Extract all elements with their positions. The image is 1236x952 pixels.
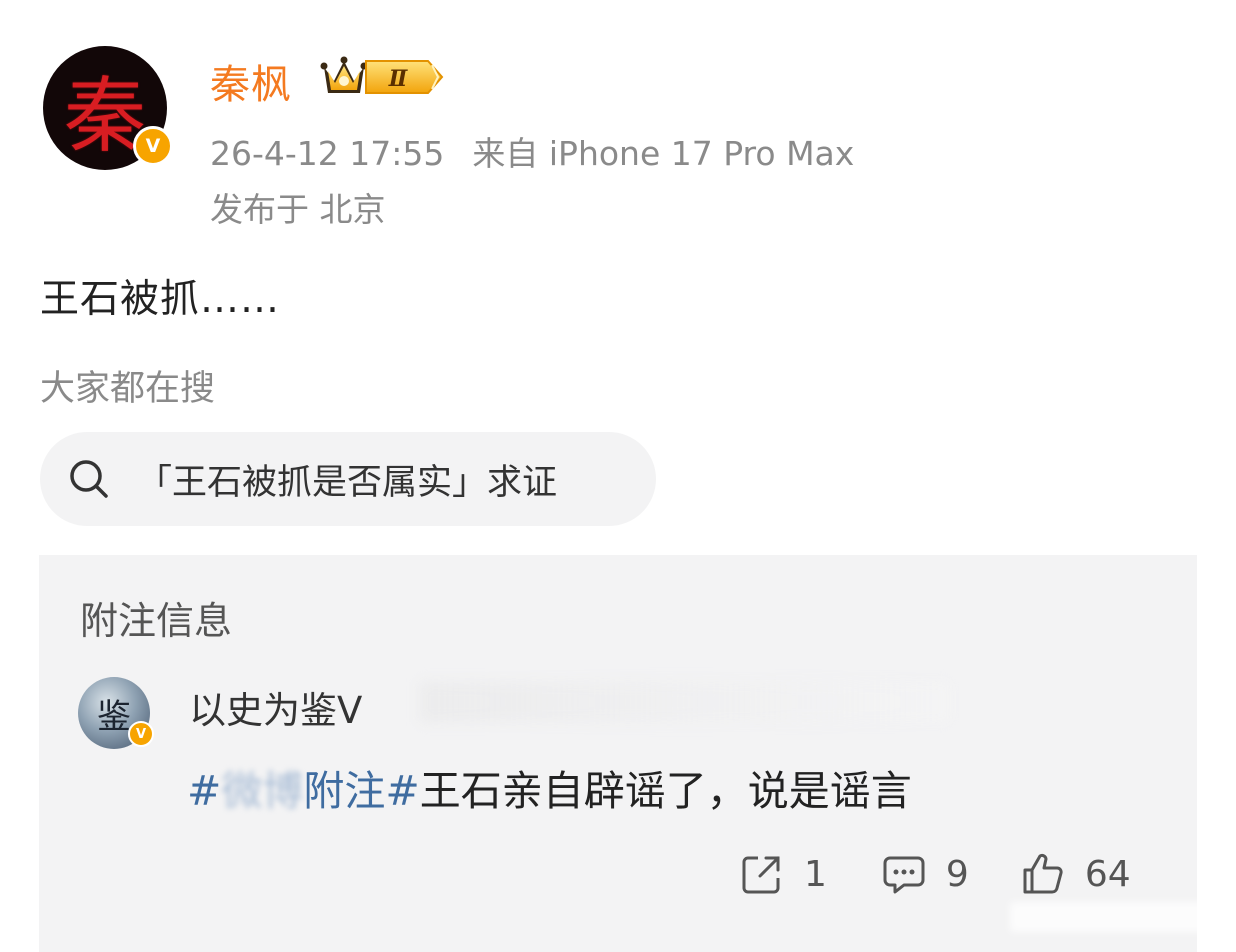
post-time: 26-4-12 17:55 xyxy=(210,134,445,173)
watermark-overlay xyxy=(1010,902,1225,932)
note-text: #微博附注#王石亲自辟谣了，说是谣言 xyxy=(187,757,912,817)
note-verified-badge-icon: V xyxy=(128,721,154,747)
note-title: 附注信息 xyxy=(80,599,233,643)
comment-icon xyxy=(883,856,925,894)
note-hashtag-blurred[interactable]: 微博 xyxy=(221,767,303,815)
note-author-name[interactable]: 以史为鉴V xyxy=(189,680,362,734)
author-avatar[interactable]: 秦 V xyxy=(43,46,173,170)
crown-level-badge-icon[interactable]: Ⅱ xyxy=(320,55,446,99)
post-meta: 26-4-12 17:55 来自 iPhone 17 Pro Max xyxy=(210,127,854,175)
post-location: 发布于 北京 xyxy=(210,190,386,229)
share-count: 1 xyxy=(804,853,827,895)
like-count: 64 xyxy=(1084,853,1131,895)
thumbs-up-icon xyxy=(1023,853,1063,894)
author-name[interactable]: 秦枫 xyxy=(210,52,292,110)
note-hashtag-label[interactable]: 附注# xyxy=(303,767,419,815)
search-icon xyxy=(70,460,108,498)
post-source: 来自 iPhone 17 Pro Max xyxy=(472,134,855,173)
search-suggestion-chip[interactable]: 「王石被抓是否属实」求证 xyxy=(40,432,656,526)
verified-badge-icon: V xyxy=(133,126,173,166)
comment-button[interactable]: 9 xyxy=(882,852,1021,896)
search-query-text: 「王石被抓是否属实」求证 xyxy=(137,462,558,503)
like-button[interactable]: 64 xyxy=(1021,852,1131,896)
share-button[interactable]: 1 xyxy=(740,852,882,896)
search-section-label: 大家都在搜 xyxy=(40,369,216,409)
level-badge-text: Ⅱ xyxy=(388,66,409,92)
share-icon xyxy=(742,856,780,894)
note-body: 王石亲自辟谣了，说是谣言 xyxy=(419,767,912,815)
note-author-avatar[interactable]: 鉴 V xyxy=(78,677,154,749)
comment-count: 9 xyxy=(945,853,969,895)
blurred-region xyxy=(420,682,950,722)
note-hashtag-open[interactable]: # xyxy=(187,767,221,815)
post-text: 王石被抓…… xyxy=(40,277,281,322)
action-bar: 1 9 64 xyxy=(740,850,1131,898)
